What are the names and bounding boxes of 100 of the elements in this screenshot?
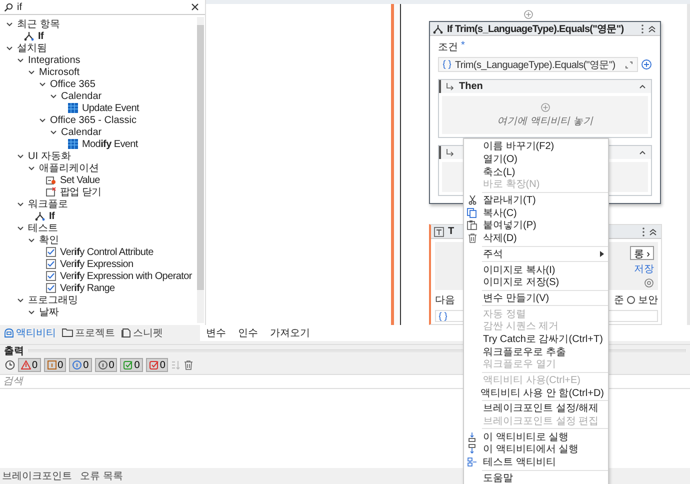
chevron-icon[interactable] xyxy=(39,80,46,88)
designer-tab[interactable]: 변수 xyxy=(206,326,226,340)
menu-item[interactable]: 이 액티비티에서 실행 xyxy=(464,443,608,456)
set-value-icon xyxy=(46,175,56,185)
chevron-icon[interactable] xyxy=(17,224,24,232)
expand-icon[interactable] xyxy=(625,60,633,68)
tree-category[interactable]: 애플리케이션 xyxy=(39,161,99,175)
tree-category[interactable]: 날짜 xyxy=(39,305,59,319)
menu-item[interactable]: 브레이크포인트 설정/해제 xyxy=(464,402,608,415)
chevron-icon[interactable] xyxy=(50,128,57,136)
menu-item[interactable]: 열기(O) xyxy=(464,152,608,166)
tree-category[interactable]: Office 365 - Classic xyxy=(50,114,137,126)
menu-item[interactable]: 변수 만들기(V) xyxy=(464,292,608,304)
menu-item[interactable]: 이미지로 복사(I) xyxy=(464,263,608,276)
designer-tab[interactable]: 가져오기 xyxy=(270,326,310,340)
tree-category[interactable]: Calendar xyxy=(61,90,102,102)
condition-field[interactable]: Trim(s_LanguageType).Equals("영문") xyxy=(438,57,638,72)
chevron-icon[interactable] xyxy=(17,296,24,304)
branch-icon xyxy=(24,31,34,41)
menu-item[interactable]: 붙여넣기(P) xyxy=(464,219,608,232)
tree-category[interactable]: Integrations xyxy=(28,54,80,66)
menu-item[interactable]: 주석 xyxy=(464,248,608,260)
menu-item[interactable]: 이미지로 저장(S) xyxy=(464,276,608,289)
branch-arrow-icon xyxy=(446,148,454,156)
tree-category[interactable]: Office 365 xyxy=(50,78,96,90)
panel-tab[interactable]: 스니펫 xyxy=(121,326,163,340)
tree-category[interactable]: 테스트 xyxy=(28,221,58,235)
chevron-icon[interactable] xyxy=(639,84,646,89)
tree-category[interactable]: Calendar xyxy=(61,126,102,138)
filter-button[interactable]: 0 xyxy=(44,358,66,372)
close-icon[interactable] xyxy=(191,3,199,11)
tree-category[interactable]: 설치됨 xyxy=(17,41,47,55)
filter-button[interactable]: 0 xyxy=(69,358,92,372)
menu-item[interactable]: 액티비티 사용 안 함(Ctrl+D) xyxy=(464,386,608,400)
collapse-icon[interactable] xyxy=(649,228,657,236)
filter-button[interactable]: 0 xyxy=(120,358,143,372)
indicate-button[interactable]: 롱 › xyxy=(630,246,654,260)
activity-item[interactable]: Update Event xyxy=(82,102,139,114)
panel-tab[interactable]: 프로젝트 xyxy=(62,326,115,340)
search-field[interactable]: if xyxy=(0,0,205,15)
tree-category[interactable]: 확인 xyxy=(39,233,59,247)
chevron-icon[interactable] xyxy=(6,44,13,52)
tree-category[interactable]: 프로그래밍 xyxy=(28,293,78,307)
radio-button[interactable] xyxy=(627,296,635,304)
collapse-icon[interactable] xyxy=(648,24,656,32)
panel-tab[interactable]: 액티비티 xyxy=(4,326,56,340)
filter-button[interactable]: 0 xyxy=(18,358,41,372)
menu-item[interactable]: 도움말 xyxy=(464,472,608,484)
tree-category[interactable]: 워크플로 xyxy=(28,197,68,211)
chevron-icon[interactable] xyxy=(28,164,35,172)
activity-item[interactable]: Verify Range xyxy=(60,282,115,294)
chevron-icon[interactable] xyxy=(28,308,35,316)
menu-item[interactable]: 축소(L) xyxy=(464,165,608,178)
bottom-tab[interactable]: 브레이크포인트 xyxy=(2,469,72,484)
add-icon[interactable] xyxy=(524,10,533,19)
clock-icon[interactable] xyxy=(5,360,15,370)
field-label: 다음 xyxy=(435,294,455,307)
chevron-icon[interactable] xyxy=(639,150,646,155)
tree-category[interactable]: UI 자동화 xyxy=(28,149,71,163)
menu-item[interactable]: 잘라내기(T) xyxy=(464,194,608,206)
add-icon[interactable] xyxy=(641,59,652,70)
more-icon[interactable] xyxy=(641,24,644,34)
menu-item[interactable]: 이 액티비티로 실행 xyxy=(464,430,608,444)
chevron-icon[interactable] xyxy=(17,56,24,64)
chevron-icon[interactable] xyxy=(17,152,24,160)
activity-item[interactable]: Set Value xyxy=(60,174,100,186)
save-link[interactable]: 저장 xyxy=(634,262,654,276)
activity-item[interactable]: Verify Control Attribute xyxy=(60,246,154,258)
chevron-icon[interactable] xyxy=(6,20,13,28)
menu-item[interactable]: 테스트 액티비티 xyxy=(464,456,608,468)
menu-item[interactable]: 삭제(D) xyxy=(464,232,608,244)
drop-hint: 여기에 액티비티 놓기 xyxy=(497,114,593,128)
filter-button[interactable]: 0 xyxy=(146,358,168,372)
menu-item[interactable]: 이름 바꾸기(F2) xyxy=(464,140,608,153)
scrollbar[interactable] xyxy=(197,17,204,323)
activity-item[interactable]: If xyxy=(49,210,55,222)
chevron-icon[interactable] xyxy=(39,116,46,124)
settings-icon[interactable] xyxy=(644,278,654,288)
more-icon[interactable] xyxy=(642,226,645,236)
activity-item[interactable]: Modify Event xyxy=(82,138,138,150)
chevron-icon[interactable] xyxy=(28,236,35,244)
chevron-icon[interactable] xyxy=(28,68,35,76)
activity-item[interactable]: 팝업 닫기 xyxy=(60,185,102,199)
menu-item[interactable]: 복사(C) xyxy=(464,206,608,220)
radio-label: 보안 xyxy=(638,294,658,307)
tree-category[interactable]: Microsoft xyxy=(39,66,80,78)
chevron-icon[interactable] xyxy=(17,200,24,208)
tree-category[interactable]: 최근 항목 xyxy=(17,17,60,31)
activity-item[interactable]: If xyxy=(38,30,44,42)
bottom-tab[interactable]: 오류 목록 xyxy=(80,469,123,484)
designer-tab[interactable]: 인수 xyxy=(238,326,258,340)
activity-item[interactable]: Verify Expression xyxy=(60,258,134,270)
activity-item[interactable]: Verify Expression with Operator xyxy=(60,270,192,282)
chevron-icon[interactable] xyxy=(50,92,57,100)
menu-item[interactable]: Try Catch로 감싸기(Ctrl+T) xyxy=(464,332,608,346)
add-icon[interactable] xyxy=(540,102,550,112)
menu-item[interactable]: 워크플로우로 추출 xyxy=(464,345,608,358)
trash-icon[interactable] xyxy=(184,360,194,370)
branch-arrow-icon xyxy=(446,82,454,90)
filter-button[interactable]: 0 xyxy=(94,358,118,372)
